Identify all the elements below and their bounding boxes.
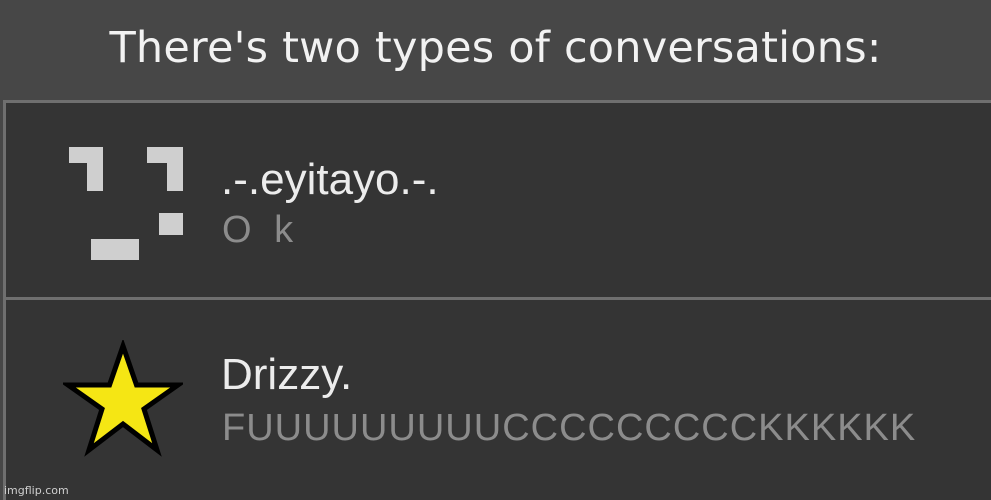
right-eye-shape <box>147 147 183 191</box>
conversation-name: .-.eyitayo.-. <box>221 155 439 204</box>
conversation-list: .-.eyitayo.-. O k Drizzy. FUUUUUUUUUCCCC… <box>3 100 991 500</box>
pixel-face-icon <box>69 147 183 260</box>
mouth-shape <box>91 213 183 260</box>
left-eye-shape <box>69 147 103 191</box>
meme-title: There's two types of conversations: <box>109 23 882 73</box>
watermark: imgflip.com <box>4 484 69 497</box>
star-icon <box>63 340 183 457</box>
conversation-item[interactable]: .-.eyitayo.-. O k <box>6 103 991 297</box>
conversation-name: Drizzy. <box>221 350 353 399</box>
conversation-preview: FUUUUUUUUUCCCCCCCCCKKKKKK <box>222 407 917 449</box>
meme-page: There's two types of conversations: .-.e… <box>0 0 991 500</box>
conversation-preview: O k <box>222 209 300 251</box>
conversation-item[interactable]: Drizzy. FUUUUUUUUUCCCCCCCCCKKKKKK <box>6 300 991 500</box>
star-shape <box>63 340 183 457</box>
